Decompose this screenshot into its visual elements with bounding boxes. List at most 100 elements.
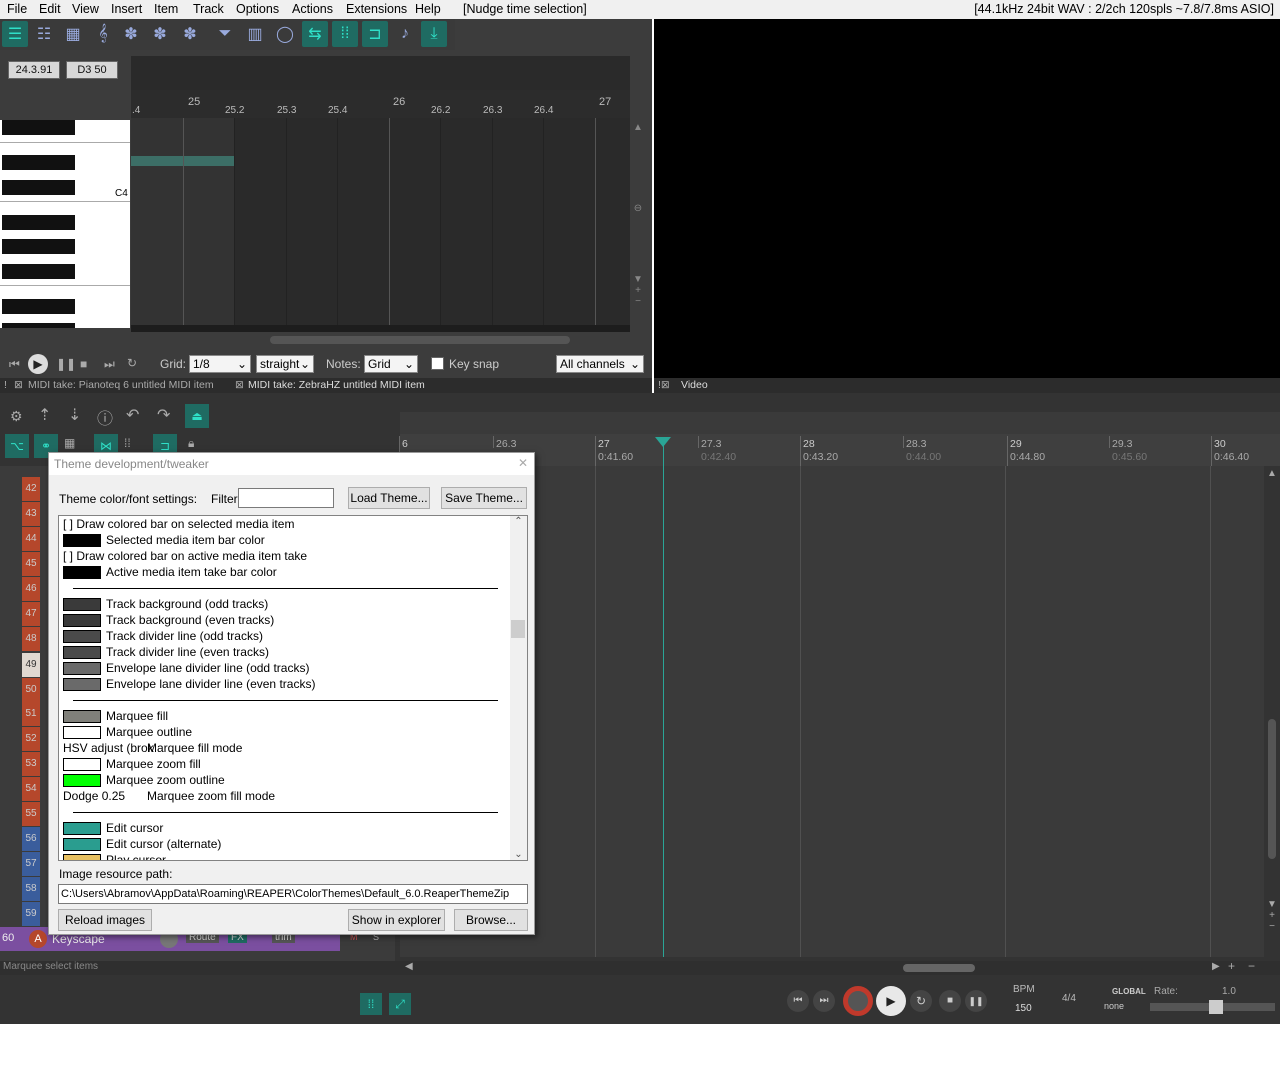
cc-lane-divider[interactable] xyxy=(131,325,630,332)
menu-item[interactable]: Item xyxy=(154,2,178,16)
theme-settings-list[interactable]: [ ] Draw colored bar on selected media i… xyxy=(58,515,528,861)
scroll-thumb[interactable] xyxy=(511,620,525,638)
play-icon[interactable]: ▶ xyxy=(876,986,906,1016)
color-swatch[interactable] xyxy=(63,774,101,788)
scroll-up-icon[interactable]: ▲ xyxy=(630,122,646,133)
midi-ruler[interactable]: .4 25 25.2 25.3 25.4 26 26.2 26.3 26.4 2… xyxy=(131,90,630,118)
filter-input[interactable] xyxy=(238,488,334,508)
notes-icon[interactable]: ♪ xyxy=(392,21,418,47)
scroll-left-icon[interactable]: ◀ xyxy=(405,961,413,972)
named-notes-icon[interactable]: ☷ xyxy=(31,21,57,47)
color-swatch[interactable] xyxy=(63,726,101,740)
snap-icon[interactable]: ⊐ xyxy=(362,21,388,47)
grid-icon[interactable]: ⁞⁞ xyxy=(332,21,358,47)
global-automation-select[interactable]: none xyxy=(1104,1001,1124,1011)
menu-edit[interactable]: Edit xyxy=(39,2,61,16)
audio-status[interactable]: [44.1kHz 24bit WAV : 2/2ch 120spls ~7.8/… xyxy=(974,2,1274,16)
go-start-icon[interactable]: ⏮ xyxy=(787,990,809,1012)
list-scrollbar[interactable]: ⌃ ⌄ xyxy=(510,516,527,860)
track-number[interactable]: 43 xyxy=(22,502,40,526)
stop-icon[interactable]: ■ xyxy=(939,990,961,1012)
go-end-icon[interactable]: ⏭ xyxy=(813,990,835,1012)
notes-select[interactable]: Grid ⌄ xyxy=(364,355,418,373)
zoom-in-icon[interactable]: + xyxy=(1228,959,1235,973)
midi-hscroll[interactable] xyxy=(270,336,570,344)
track-number[interactable]: 53 xyxy=(22,752,40,776)
undo-icon[interactable]: ↶ xyxy=(126,405,139,425)
theme-setting-row[interactable]: HSV adjust (brokMarquee fill mode xyxy=(63,740,242,756)
bpm-value[interactable]: 150 xyxy=(1015,1003,1032,1014)
load-theme-button[interactable]: Load Theme... xyxy=(348,487,430,509)
black-key[interactable] xyxy=(2,120,75,135)
rate-slider-thumb[interactable] xyxy=(1209,1000,1223,1014)
scroll-right-icon[interactable]: ▶ xyxy=(1212,961,1220,972)
stop-icon[interactable]: ■ xyxy=(80,357,87,371)
note-display[interactable]: D3 50 xyxy=(66,61,118,79)
track-number[interactable]: 51 xyxy=(22,702,40,726)
snap-grid-icon[interactable]: ⁞⁞ xyxy=(124,436,131,450)
tab-close-icon[interactable]: ⊠ xyxy=(14,379,23,391)
midi-vscroll[interactable]: ▲ ⊖ ▼ + − xyxy=(630,118,646,328)
key-snap-checkbox[interactable] xyxy=(431,357,444,370)
color-swatch[interactable] xyxy=(63,758,101,772)
close-icon[interactable]: ✕ xyxy=(518,456,528,470)
theme-setting-row[interactable]: [ ] Draw colored bar on active media ite… xyxy=(63,548,307,564)
skip-start-icon[interactable]: ⏮ xyxy=(9,357,20,372)
position-display[interactable]: 24.3.91 xyxy=(8,61,60,79)
zoom-out-icon[interactable]: − xyxy=(1264,921,1280,932)
scroll-thumb-icon[interactable]: ⊖ xyxy=(630,203,646,214)
tab-close-icon[interactable]: ⊠ xyxy=(235,379,244,391)
track-number[interactable]: 52 xyxy=(22,727,40,751)
filter-icon[interactable]: ⏷ xyxy=(212,21,238,47)
black-key[interactable] xyxy=(2,264,75,279)
track-number[interactable]: 55 xyxy=(22,802,40,826)
color-swatch[interactable] xyxy=(63,646,101,660)
theme-setting-row[interactable]: Track background (odd tracks) xyxy=(63,596,268,612)
pause-icon[interactable]: ❚❚ xyxy=(56,357,76,371)
color-swatch[interactable] xyxy=(63,854,101,860)
scroll-down-icon[interactable]: ▼ xyxy=(1264,899,1280,910)
track-number[interactable]: 59 xyxy=(22,902,40,926)
zoom-fit-icon[interactable]: ⤢ xyxy=(389,993,411,1015)
ripple-icon[interactable]: ⌥ xyxy=(5,434,29,458)
setting-value[interactable]: Dodge 0.25 xyxy=(63,788,147,804)
scroll-down-icon[interactable]: ▼ xyxy=(630,274,646,285)
black-key[interactable] xyxy=(2,299,75,314)
record-arm-icon[interactable]: A xyxy=(29,930,47,948)
scroll-up-icon[interactable]: ▲ xyxy=(1264,468,1280,479)
track-number[interactable]: 57 xyxy=(22,852,40,876)
paw-icon[interactable]: ✽ xyxy=(118,21,144,47)
event-list-icon[interactable]: ▦ xyxy=(60,21,86,47)
theme-setting-row[interactable]: Marquee zoom fill xyxy=(63,756,201,772)
play-icon[interactable]: ▶ xyxy=(28,354,48,374)
zoom-icon[interactable]: ◯ xyxy=(272,21,298,47)
notation-icon[interactable]: 𝄞 xyxy=(90,21,116,47)
save-icon[interactable]: ⇡ xyxy=(38,405,51,425)
settings-icon[interactable]: ⚙ xyxy=(10,408,23,425)
zoom-out-icon[interactable]: − xyxy=(1248,959,1255,973)
color-swatch[interactable] xyxy=(63,566,101,580)
redo-icon[interactable]: ↷ xyxy=(157,405,170,425)
menu-insert[interactable]: Insert xyxy=(111,2,142,16)
channels-select[interactable]: All channels ⌄ xyxy=(556,355,644,373)
track-number[interactable]: 47 xyxy=(22,602,40,626)
tab-close-icon[interactable]: !⊠ xyxy=(658,379,670,391)
color-swatch[interactable] xyxy=(63,662,101,676)
black-key[interactable] xyxy=(2,155,75,170)
menu-view[interactable]: View xyxy=(72,2,99,16)
piano-keyboard[interactable]: C4 xyxy=(0,120,130,328)
tab-midi-pianoteq[interactable]: MIDI take: Pianoteq 6 untitled MIDI item xyxy=(28,379,214,391)
tab-video[interactable]: Video xyxy=(681,379,708,391)
theme-setting-row[interactable]: [ ] Draw colored bar on selected media i… xyxy=(63,516,294,532)
time-signature[interactable]: 4/4 xyxy=(1062,993,1076,1004)
track-number[interactable]: 44 xyxy=(22,527,40,551)
theme-setting-row[interactable]: Envelope lane divider line (even tracks) xyxy=(63,676,315,692)
pin-icon[interactable]: ⤓ xyxy=(421,21,447,47)
color-swatch[interactable] xyxy=(63,822,101,836)
grid-toggle-icon[interactable]: ⁞⁞ xyxy=(360,993,382,1015)
grid-type-select[interactable]: straight ⌄ xyxy=(256,355,314,373)
edit-cursor-head-icon[interactable] xyxy=(655,437,671,447)
color-swatch[interactable] xyxy=(63,534,101,548)
track-number[interactable]: 42 xyxy=(22,477,40,501)
menu-actions[interactable]: Actions xyxy=(292,2,333,16)
